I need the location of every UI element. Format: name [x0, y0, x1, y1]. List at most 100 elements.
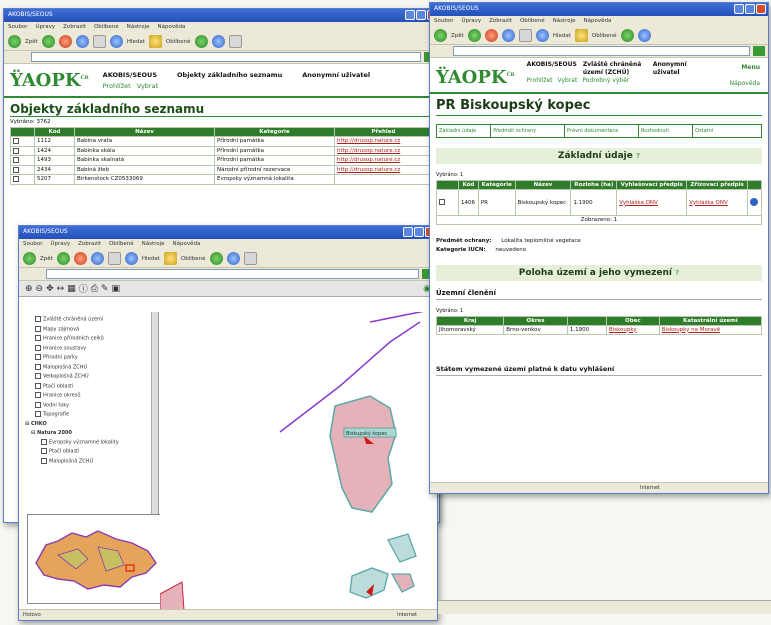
home-icon[interactable] — [92, 35, 106, 48]
tab-decisions[interactable]: Rozhodnutí — [639, 125, 694, 137]
layer-checkbox[interactable] — [35, 411, 41, 417]
layer-item[interactable]: Vodní toky — [35, 401, 154, 408]
layer-checkbox[interactable] — [35, 373, 41, 379]
arrow-right-icon[interactable] — [750, 197, 758, 206]
history-icon[interactable] — [620, 29, 634, 42]
back-button-label[interactable]: Zpět — [25, 39, 38, 45]
select-icon[interactable]: ▣ — [111, 284, 120, 294]
maximize-icon[interactable] — [414, 227, 424, 237]
search-button-label[interactable]: Hledat — [553, 33, 571, 39]
menu-favorites[interactable]: Oblíbené — [94, 24, 119, 31]
tab-other[interactable]: Ostatní — [693, 125, 761, 137]
back-arrow-icon[interactable] — [434, 29, 447, 42]
menu-tools[interactable]: Nástroje — [142, 241, 165, 248]
detail-nav-browse[interactable]: Prohlížet — [527, 77, 553, 85]
maximize-icon[interactable] — [745, 4, 755, 14]
layer-item[interactable]: Hranice soustavy — [35, 344, 154, 351]
minimize-icon[interactable] — [734, 4, 744, 14]
reserve-polygon[interactable] — [329, 395, 397, 513]
close-icon[interactable] — [756, 4, 766, 14]
layer-checkbox[interactable] — [35, 354, 41, 360]
zoom-out-icon[interactable]: ⊖ — [36, 284, 44, 294]
layer-checkbox[interactable] — [41, 457, 47, 464]
table-row[interactable]: 1424 Babinka skála Přírodní památka http… — [10, 145, 433, 156]
row-checkbox[interactable] — [13, 166, 19, 173]
row-checkbox[interactable] — [13, 138, 19, 144]
cell-link[interactable] — [334, 174, 433, 185]
row-checkbox[interactable] — [13, 157, 19, 163]
layer-item[interactable]: Maloplošná ZCHÚ — [41, 457, 154, 464]
favorites-icon[interactable] — [163, 252, 177, 265]
search-button-label[interactable]: Hledat — [142, 256, 160, 262]
layer-checkbox[interactable] — [35, 401, 41, 408]
print-icon[interactable] — [243, 252, 257, 265]
search-icon[interactable] — [109, 35, 123, 48]
maximize-icon[interactable] — [416, 10, 426, 20]
layer-item[interactable]: Velkoplošná ZCHÚ — [35, 373, 154, 380]
layer-item[interactable]: Přírodní parky — [35, 354, 154, 361]
tab-legal[interactable]: Právní dokumentace — [565, 125, 639, 137]
menu-help[interactable]: Nápověda — [584, 18, 612, 25]
zoom-in-icon[interactable]: ⊕ — [25, 284, 33, 294]
stop-icon[interactable] — [73, 252, 87, 265]
pan-icon[interactable]: ✥ — [46, 284, 54, 294]
layer-checkbox[interactable] — [35, 325, 41, 332]
stop-icon[interactable] — [58, 35, 72, 48]
menu-view[interactable]: Zobrazit — [78, 241, 101, 248]
map-canvas[interactable]: Biskupský kopec — [159, 307, 437, 611]
back-nav-browse[interactable]: Prohlížet — [103, 82, 131, 90]
layer-scrollbar[interactable] — [151, 312, 158, 522]
menu-edit[interactable]: Úpravy — [35, 24, 55, 31]
menu-favorites[interactable]: Oblíbené — [109, 241, 134, 248]
layer-checkbox[interactable] — [35, 316, 41, 322]
search-icon[interactable] — [535, 29, 549, 42]
layer-checkbox[interactable] — [35, 363, 41, 370]
stop-icon[interactable] — [484, 29, 498, 42]
refresh-icon[interactable] — [90, 252, 104, 265]
layer-item[interactable]: Topografie — [35, 411, 154, 418]
table-row[interactable]: 2434 Babiná žleb Národní přírodní rezerv… — [10, 164, 433, 175]
print-icon[interactable] — [228, 35, 242, 48]
back-arrow-icon[interactable] — [23, 252, 36, 265]
menu-file[interactable]: Soubor — [8, 24, 27, 31]
layer-item[interactable]: Zvláště chráněná území — [35, 316, 154, 323]
layer-checkbox[interactable] — [41, 438, 47, 445]
map-address-input[interactable] — [46, 269, 419, 279]
menu-edit[interactable]: Úpravy — [461, 18, 481, 25]
layer-checkbox[interactable] — [41, 448, 47, 454]
layer-group[interactable]: ⊟ Natura 2000 — [31, 430, 154, 436]
forward-arrow-icon[interactable] — [467, 29, 481, 42]
table-row[interactable]: 5207 Birkenstock CZ0533069 Evropsky význ… — [10, 174, 433, 185]
mail-icon[interactable] — [637, 29, 651, 42]
menu-tools[interactable]: Nástroje — [553, 18, 576, 25]
menu-edit[interactable]: Úpravy — [50, 241, 70, 248]
cell-municipality[interactable]: Biskoupky — [605, 324, 660, 335]
favorites-icon[interactable] — [148, 35, 162, 48]
history-icon[interactable] — [209, 252, 223, 265]
menu-help[interactable]: Nápověda — [158, 24, 186, 31]
cell-link[interactable]: http://drusop.nature.cz — [334, 145, 433, 156]
layer-item[interactable]: Ptačí oblasti — [41, 448, 154, 455]
menu-view[interactable]: Zobrazit — [63, 24, 86, 31]
draw-icon[interactable]: ✎ — [101, 284, 109, 294]
reserve-polygon[interactable] — [387, 533, 417, 563]
search-button-label[interactable]: Hledat — [127, 39, 145, 45]
cell-cadastral[interactable]: Biskoupky na Moravě — [658, 324, 763, 335]
cell-link[interactable]: http://drusop.nature.cz — [334, 136, 433, 147]
table-row[interactable]: Jihomoravský Brno-venkov 1.1900 Biskoupk… — [435, 324, 763, 335]
row-checkbox[interactable] — [13, 147, 19, 154]
back-arrow-icon[interactable] — [8, 35, 21, 48]
go-button[interactable] — [753, 46, 765, 56]
favorites-button-label[interactable]: Oblíbené — [166, 39, 191, 45]
detail-nav-advanced[interactable]: Podrobný výběr — [582, 77, 629, 85]
cell-link[interactable]: http://drusop.nature.cz — [334, 164, 433, 175]
tab-protection[interactable]: Předmět ochrany — [491, 125, 566, 137]
back-button-label[interactable]: Zpět — [40, 256, 53, 262]
favorites-button-label[interactable]: Oblíbené — [592, 33, 617, 39]
identify-icon[interactable]: ⓘ — [79, 282, 88, 295]
refresh-icon[interactable] — [75, 35, 89, 48]
layer-item[interactable]: Evropsky významné lokality — [41, 438, 154, 445]
help-icon[interactable]: ? — [636, 152, 640, 160]
menu-tools[interactable]: Nástroje — [127, 24, 150, 31]
layer-item[interactable]: Ptačí oblasti — [35, 382, 154, 389]
